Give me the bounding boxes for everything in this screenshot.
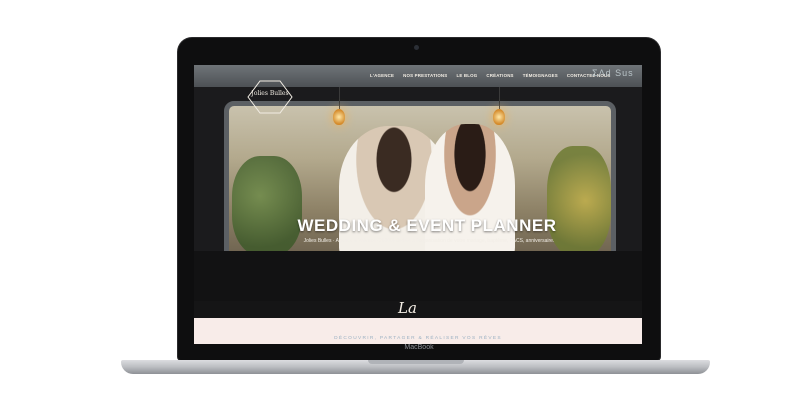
site-logo[interactable]: Jolies Bulles (246, 79, 294, 115)
logo-text: Jolies Bulles (251, 90, 289, 97)
nav-item-blog[interactable]: LE BLOG (456, 73, 477, 83)
bulb-icon (493, 109, 505, 125)
laptop-base (121, 360, 710, 374)
camera-icon (414, 45, 419, 50)
nav-item-creations[interactable]: CRÉATIONS (486, 73, 513, 83)
hero-section: Jolies Bulles L'AGENCE NOS PRESTATIONS L… (194, 65, 642, 301)
section-script-heading: La (398, 299, 417, 317)
lamp-cord (499, 87, 500, 109)
lamp-cord (339, 87, 340, 109)
website-screen: Jolies Bulles L'AGENCE NOS PRESTATIONS L… (194, 65, 642, 344)
tagline-section: DÉCOUVRIR, PARTAGER & RÉALISER VOS RÊVES (194, 318, 642, 344)
bulb-icon (333, 109, 345, 125)
logo-hexagon-icon (247, 80, 293, 114)
device-brand-label: MacBook (404, 344, 434, 351)
hero-title: WEDDING & EVENT PLANNER (297, 216, 557, 235)
hero-subtitle: Jolies Bulles · Agence à Valence (26000)… (303, 238, 555, 244)
truck-window (224, 101, 616, 261)
nav-extra-text: ΣΛd Sus (592, 68, 634, 78)
nav-item-prestations[interactable]: NOS PRESTATIONS (403, 73, 447, 83)
laptop-notch (368, 360, 464, 364)
nav-item-agence[interactable]: L'AGENCE (370, 73, 394, 83)
intro-section (194, 301, 642, 318)
truck-counter (194, 251, 642, 301)
nav-item-temoignages[interactable]: TÉMOIGNAGES (523, 73, 558, 83)
main-nav: L'AGENCE NOS PRESTATIONS LE BLOG CRÉATIO… (370, 73, 611, 83)
laptop-lid: Jolies Bulles L'AGENCE NOS PRESTATIONS L… (178, 38, 660, 360)
tagline-text: DÉCOUVRIR, PARTAGER & RÉALISER VOS RÊVES (334, 336, 502, 341)
